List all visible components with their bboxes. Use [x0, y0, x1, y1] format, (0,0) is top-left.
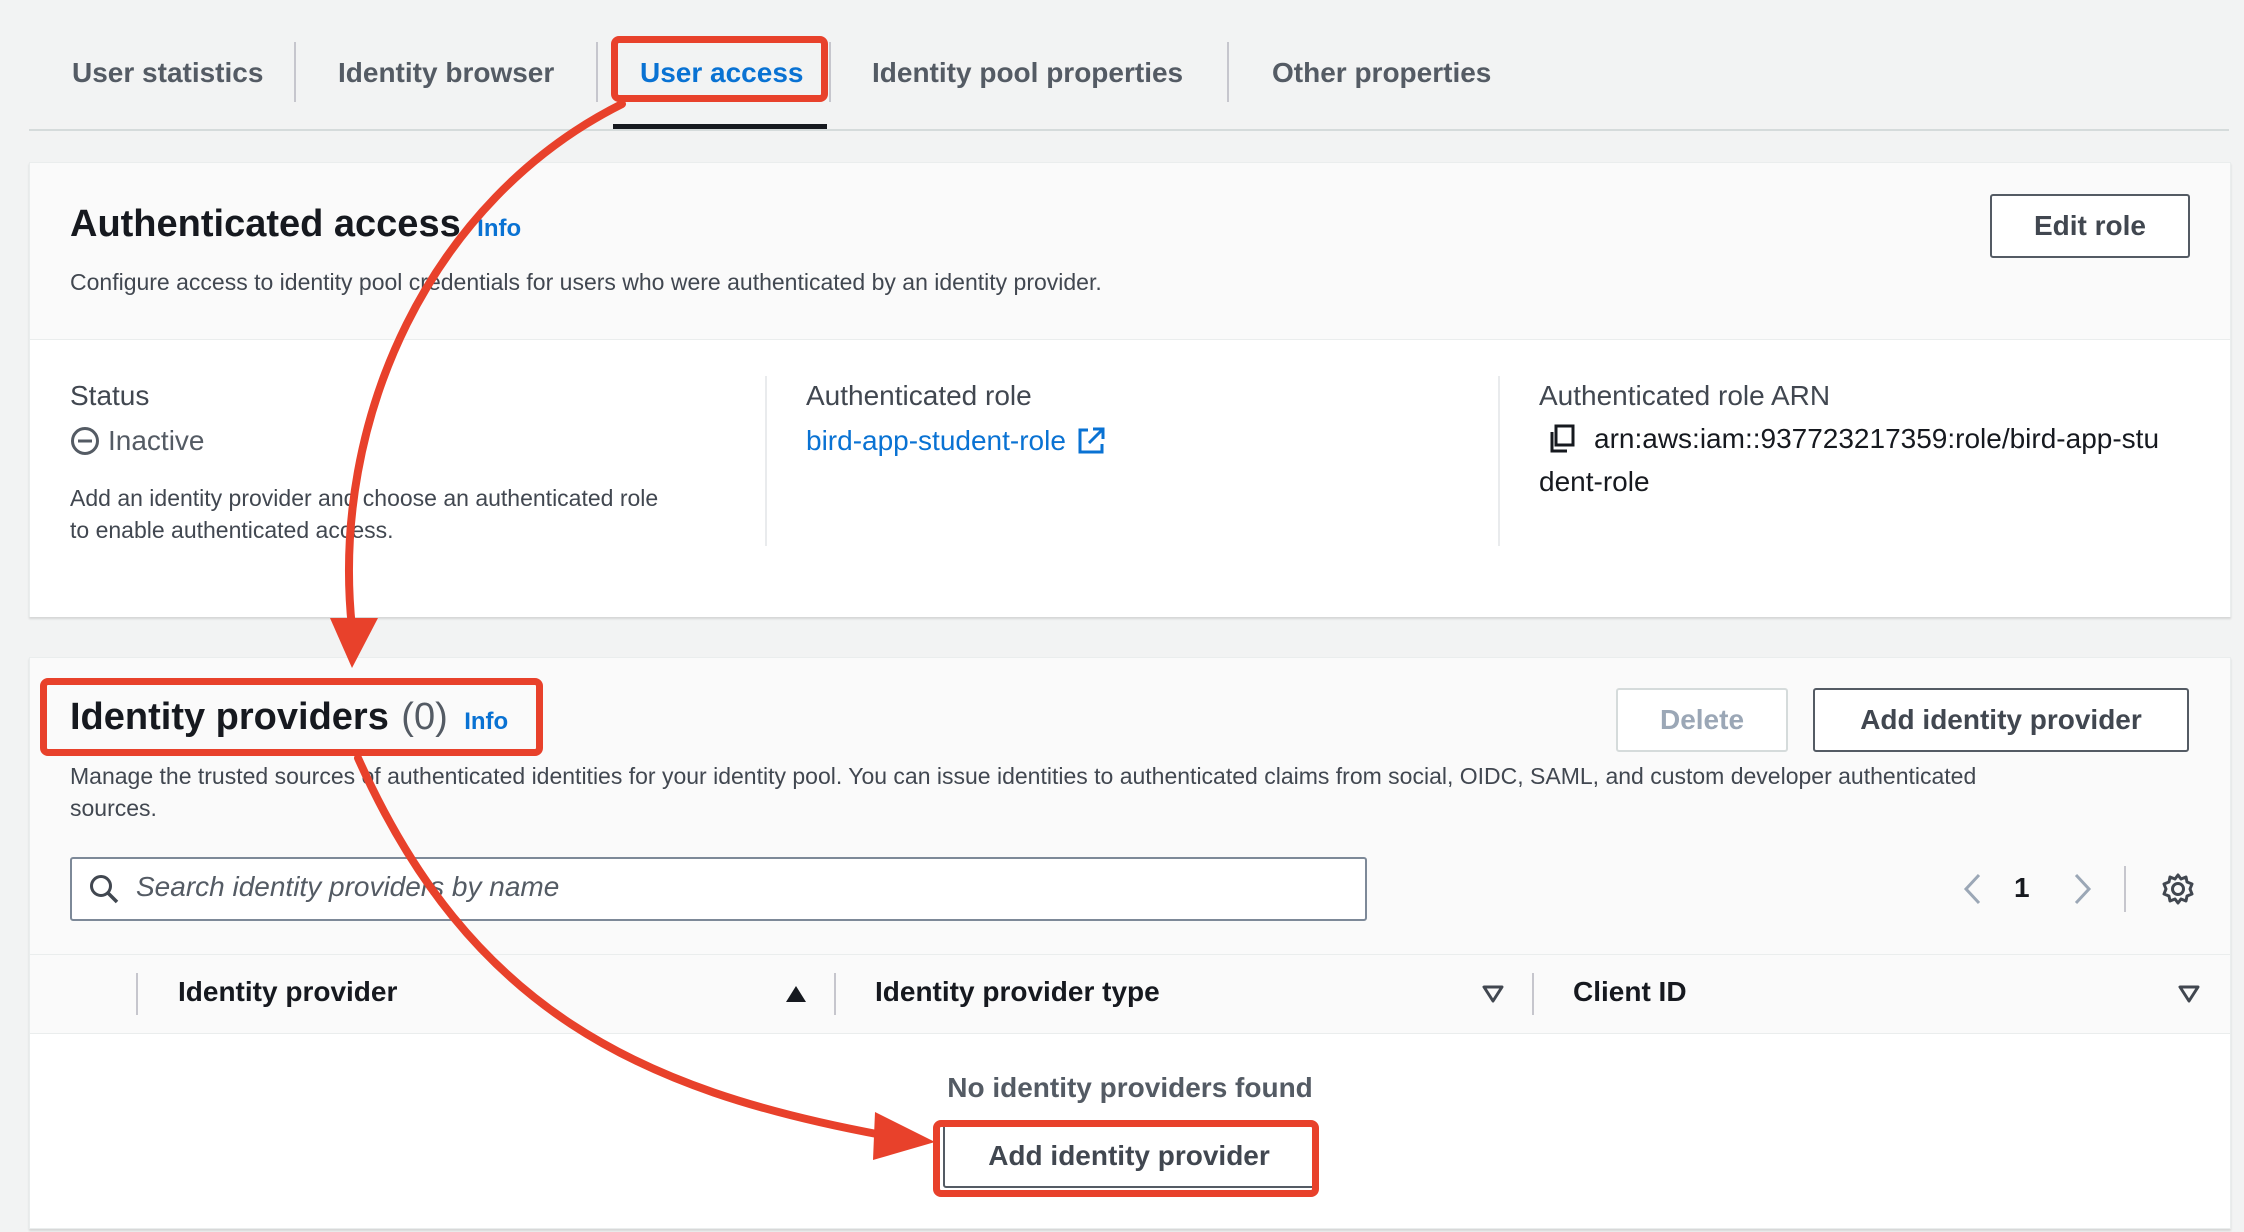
annotation-arrow-line — [354, 754, 886, 1139]
annotation-arrows — [330, 100, 935, 1160]
annotation-arrow-line — [345, 100, 626, 632]
annotation-arrowhead — [873, 1112, 935, 1160]
annotation-arrowhead — [330, 618, 378, 668]
